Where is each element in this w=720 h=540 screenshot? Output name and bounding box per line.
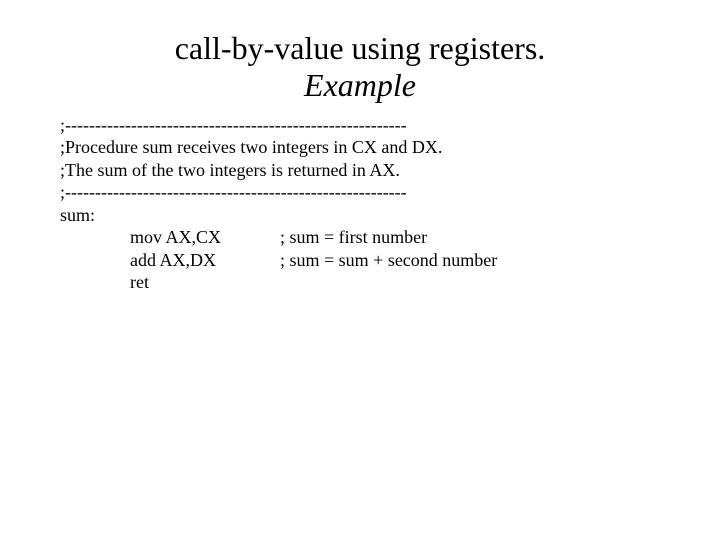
slide: call-by-value using registers. Example ;…: [0, 0, 720, 540]
comment-desc-2: ;The sum of the two integers is returned…: [60, 159, 660, 182]
comment-separator-2: ;---------------------------------------…: [60, 181, 660, 204]
code-row-1: mov AX,CX ; sum = first number: [60, 226, 660, 249]
code-row-2: add AX,DX ; sum = sum + second number: [60, 249, 660, 272]
label-sum: sum:: [60, 204, 660, 227]
title-line-2: Example: [0, 67, 720, 104]
comment-2: ; sum = sum + second number: [280, 249, 660, 272]
indent: [60, 271, 130, 294]
comment-1: ; sum = first number: [280, 226, 660, 249]
indent: [60, 226, 130, 249]
instruction-1: mov AX,CX: [130, 226, 280, 249]
instruction-3: ret: [130, 271, 280, 294]
slide-title: call-by-value using registers. Example: [0, 0, 720, 114]
comment-separator-1: ;---------------------------------------…: [60, 114, 660, 137]
instruction-2: add AX,DX: [130, 249, 280, 272]
title-line-1: call-by-value using registers.: [0, 30, 720, 67]
code-row-3: ret: [60, 271, 660, 294]
indent: [60, 249, 130, 272]
comment-3: [280, 271, 660, 294]
comment-desc-1: ;Procedure sum receives two integers in …: [60, 136, 660, 159]
slide-body: ;---------------------------------------…: [0, 114, 720, 294]
